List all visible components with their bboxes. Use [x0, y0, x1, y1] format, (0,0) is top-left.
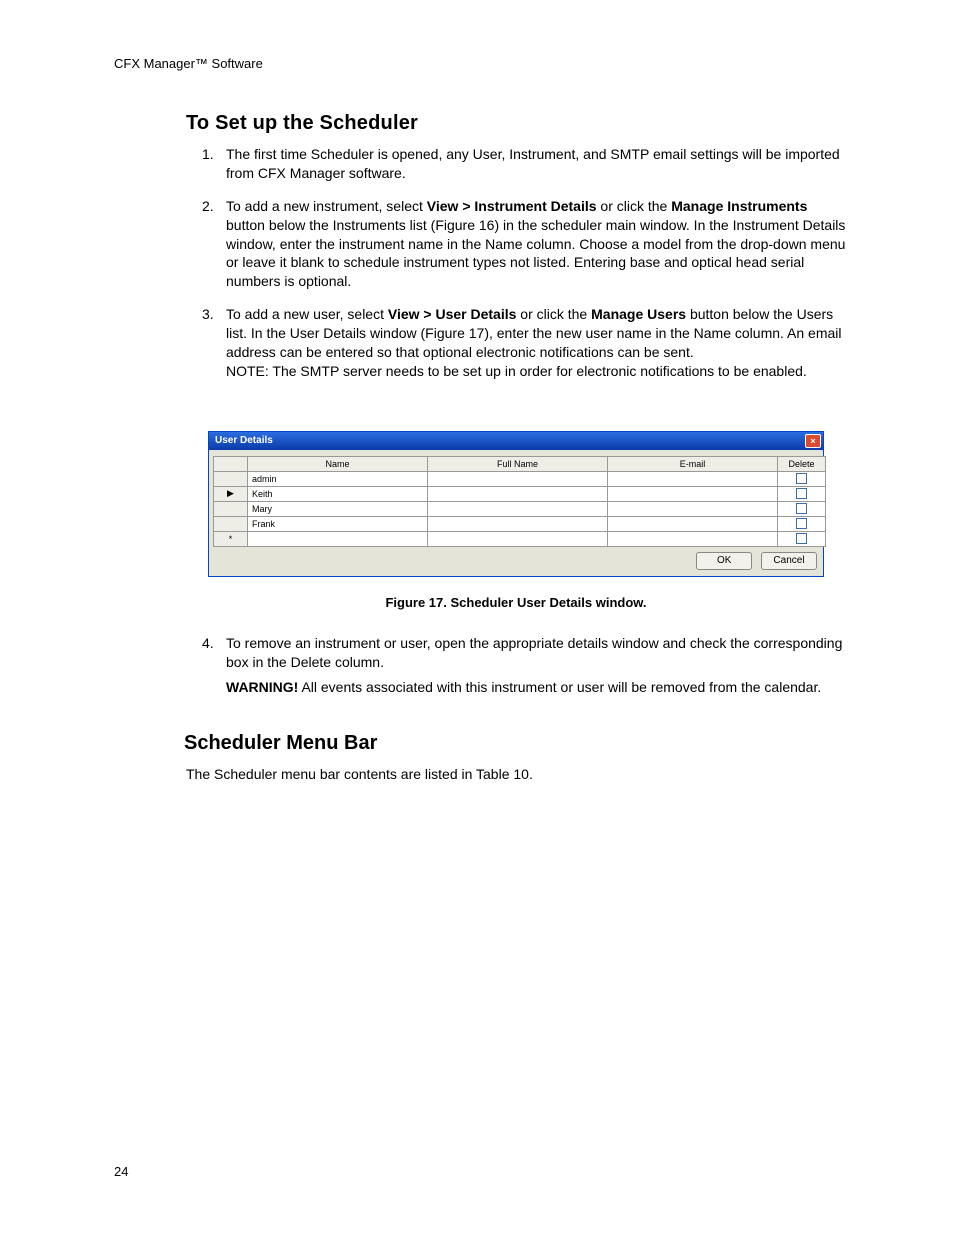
list-item: The first time Scheduler is opened, any …	[186, 145, 846, 183]
user-details-window: User Details × Name Full Name E-mail	[208, 431, 824, 577]
step-text: or click the	[597, 198, 672, 214]
cell-email[interactable]	[608, 486, 778, 501]
button-ref: Manage Users	[591, 306, 686, 322]
col-header-email: E-mail	[608, 456, 778, 471]
cell-delete[interactable]	[778, 471, 826, 486]
ok-button[interactable]: OK	[696, 552, 752, 570]
window-button-row: OK Cancel	[209, 547, 823, 576]
cell-fullname[interactable]	[428, 531, 608, 546]
col-header-name: Name	[248, 456, 428, 471]
close-icon[interactable]: ×	[805, 434, 821, 448]
cell-name[interactable]: Frank	[248, 516, 428, 531]
menu-path: View > User Details	[388, 306, 517, 322]
note-text: NOTE: The SMTP server needs to be set up…	[226, 363, 807, 379]
cell-delete[interactable]	[778, 531, 826, 546]
window-title: User Details	[215, 435, 273, 446]
table-row[interactable]: ▶ Keith	[214, 486, 826, 501]
checkbox-icon[interactable]	[796, 503, 807, 514]
step-text: To remove an instrument or user, open th…	[226, 635, 842, 670]
col-header-fullname: Full Name	[428, 456, 608, 471]
cell-name[interactable]: admin	[248, 471, 428, 486]
cell-email[interactable]	[608, 471, 778, 486]
user-details-table: Name Full Name E-mail Delete admin	[213, 456, 826, 547]
cell-fullname[interactable]	[428, 471, 608, 486]
grid-wrap: Name Full Name E-mail Delete admin	[209, 456, 823, 547]
row-selector	[214, 516, 248, 531]
table-header-row: Name Full Name E-mail Delete	[214, 456, 826, 471]
setup-steps-list: The first time Scheduler is opened, any …	[186, 145, 846, 381]
step-text: or click the	[516, 306, 591, 322]
row-selector: ▶	[214, 486, 248, 501]
table-row[interactable]: Mary	[214, 501, 826, 516]
col-header-delete: Delete	[778, 456, 826, 471]
warning-text: All events associated with this instrume…	[298, 679, 821, 695]
heading-setup-scheduler: To Set up the Scheduler	[186, 112, 846, 135]
cell-name[interactable]	[248, 531, 428, 546]
checkbox-icon[interactable]	[796, 473, 807, 484]
checkbox-icon[interactable]	[796, 518, 807, 529]
step-text: To add a new instrument, select	[226, 198, 427, 214]
cell-email[interactable]	[608, 516, 778, 531]
row-selector	[214, 501, 248, 516]
cell-fullname[interactable]	[428, 486, 608, 501]
cancel-button[interactable]: Cancel	[761, 552, 817, 570]
window-titlebar: User Details ×	[209, 432, 823, 450]
figure-17: User Details × Name Full Name E-mail	[208, 431, 824, 610]
cell-fullname[interactable]	[428, 516, 608, 531]
table-row-new[interactable]: *	[214, 531, 826, 546]
setup-steps-list-cont: To remove an instrument or user, open th…	[186, 634, 846, 697]
cell-email[interactable]	[608, 531, 778, 546]
col-header-rowhdr	[214, 456, 248, 471]
figure-caption: Figure 17. Scheduler User Details window…	[208, 595, 824, 610]
page-content: To Set up the Scheduler The first time S…	[186, 100, 846, 784]
cell-fullname[interactable]	[428, 501, 608, 516]
step-text: button below the Instruments list (Figur…	[226, 217, 845, 290]
warning-label: WARNING!	[226, 679, 298, 695]
button-ref: Manage Instruments	[671, 198, 807, 214]
table-row[interactable]: Frank	[214, 516, 826, 531]
cell-name[interactable]: Keith	[248, 486, 428, 501]
cell-delete[interactable]	[778, 486, 826, 501]
heading-scheduler-menu-bar: Scheduler Menu Bar	[184, 732, 846, 755]
body-paragraph: The Scheduler menu bar contents are list…	[186, 765, 846, 784]
list-item: To add a new user, select View > User De…	[186, 305, 846, 381]
checkbox-icon[interactable]	[796, 533, 807, 544]
row-selector	[214, 471, 248, 486]
cell-name[interactable]: Mary	[248, 501, 428, 516]
cell-delete[interactable]	[778, 501, 826, 516]
cell-delete[interactable]	[778, 516, 826, 531]
list-item: To remove an instrument or user, open th…	[186, 634, 846, 697]
step-text: The first time Scheduler is opened, any …	[226, 146, 840, 181]
header-product: CFX Manager™ Software	[114, 56, 263, 71]
checkbox-icon[interactable]	[796, 488, 807, 499]
menu-path: View > Instrument Details	[427, 198, 597, 214]
cell-email[interactable]	[608, 501, 778, 516]
table-row[interactable]: admin	[214, 471, 826, 486]
page-number: 24	[114, 1164, 128, 1179]
row-selector-new: *	[214, 531, 248, 546]
step-text: To add a new user, select	[226, 306, 388, 322]
list-item: To add a new instrument, select View > I…	[186, 197, 846, 291]
